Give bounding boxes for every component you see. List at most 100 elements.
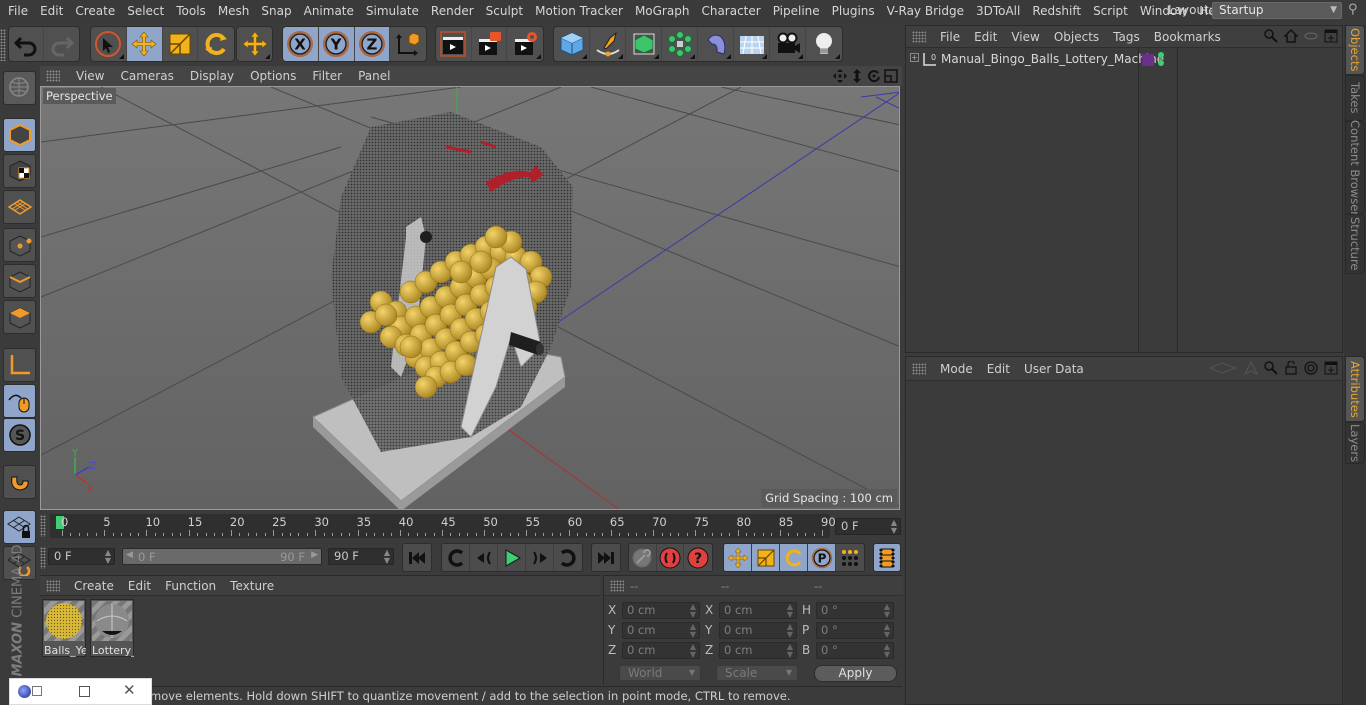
spinner-icon[interactable]: ▲ ▼	[884, 643, 890, 659]
menu-mograph[interactable]: MoGraph	[627, 4, 690, 18]
coordinate-space-select[interactable]: World ▼	[619, 665, 701, 681]
material-swatch[interactable]: Balls_Yel	[42, 599, 86, 657]
next-frame-button[interactable]	[526, 544, 554, 571]
object-menu-tags[interactable]: Tags	[1113, 30, 1140, 44]
zoom-view-icon[interactable]	[850, 69, 864, 83]
new-window-icon[interactable]	[1324, 29, 1338, 43]
add-scene-button[interactable]	[734, 27, 770, 61]
object-menu-file[interactable]: File	[940, 30, 960, 44]
object-menu-edit[interactable]: Edit	[974, 30, 997, 44]
coordinates-grip[interactable]	[610, 579, 624, 592]
menu-animate[interactable]: Animate	[296, 4, 354, 18]
redo-button[interactable]	[44, 27, 79, 61]
make-editable-button[interactable]	[3, 71, 36, 105]
autokeying-button[interactable]: ?	[684, 544, 712, 571]
menu-vray-bridge[interactable]: V-Ray Bridge	[879, 4, 964, 18]
add-cube-button[interactable]	[554, 27, 590, 61]
coordinate-field[interactable]: 0 cm ▲ ▼	[719, 602, 797, 619]
edges-mode-button[interactable]	[3, 264, 36, 298]
add-generator-button[interactable]	[626, 27, 662, 61]
render-view-button[interactable]	[436, 27, 472, 61]
menu-file[interactable]: File	[0, 4, 28, 18]
solo-button[interactable]: S	[3, 418, 36, 452]
go-to-start-button[interactable]	[403, 544, 431, 571]
maximize-icon[interactable]	[79, 686, 90, 697]
menu-edit[interactable]: Edit	[32, 4, 63, 18]
object-menu-view[interactable]: View	[1011, 30, 1039, 44]
enable-axis-button[interactable]	[3, 348, 36, 382]
end-frame-field[interactable]: 90 F ▲ ▼	[328, 548, 394, 565]
camera-label[interactable]: Perspective	[43, 88, 116, 104]
menu-redshift[interactable]: Redshift	[1024, 4, 1081, 18]
material-swatch[interactable]: Lottery_	[90, 599, 134, 657]
spinner-icon[interactable]: ▲ ▼	[690, 603, 696, 619]
menu-create[interactable]: Create	[67, 4, 115, 18]
recent-move-tool-button[interactable]	[237, 27, 272, 61]
move-view-icon[interactable]	[833, 69, 847, 83]
transform-mode-select[interactable]: Scale ▼	[716, 665, 798, 681]
coordinate-system-button[interactable]	[390, 27, 426, 61]
coordinate-field[interactable]: 0 ° ▲ ▼	[816, 622, 894, 639]
frame-range-slider[interactable]: ◀ 0 F 90 F ▶	[122, 548, 322, 565]
start-frame-field[interactable]: 0 F ▲ ▼	[48, 548, 115, 565]
attribute-menu-mode[interactable]: Mode	[940, 362, 973, 376]
menu-pipeline[interactable]: Pipeline	[765, 4, 820, 18]
tweak-mode-button[interactable]	[3, 384, 36, 418]
spinner-icon[interactable]: ▲ ▼	[891, 519, 897, 535]
spinner-icon[interactable]: ▲ ▼	[787, 603, 793, 619]
toolbar-grip[interactable]	[0, 29, 6, 61]
menu-plugins[interactable]: Plugins	[824, 4, 875, 18]
play-button[interactable]	[498, 544, 526, 571]
y-axis-toggle[interactable]: Y	[318, 27, 355, 61]
add-light-button[interactable]	[806, 27, 842, 61]
tab-takes[interactable]: Takes	[1345, 75, 1365, 121]
snap-button[interactable]	[3, 465, 36, 499]
z-axis-toggle[interactable]: Z	[354, 27, 391, 61]
x-axis-toggle[interactable]: X	[283, 27, 319, 61]
coordinate-field[interactable]: 0 cm ▲ ▼	[622, 602, 700, 619]
expand-icon[interactable]: +	[910, 53, 919, 62]
coordinate-field[interactable]: 0 ° ▲ ▼	[816, 602, 894, 619]
tab-layers[interactable]: Layers	[1345, 422, 1365, 464]
editor-visibility-dot[interactable]	[1158, 52, 1164, 58]
render-settings-button[interactable]	[507, 27, 543, 61]
scale-key-toggle[interactable]	[752, 544, 780, 571]
attribute-menu-edit[interactable]: Edit	[987, 362, 1010, 376]
close-icon[interactable]: ✕	[123, 681, 136, 699]
coordinate-field[interactable]: 0 ° ▲ ▼	[816, 642, 894, 659]
timeline-window-button[interactable]	[874, 544, 900, 571]
layout-select[interactable]: Startup ▼	[1212, 2, 1342, 19]
material-menu-function[interactable]: Function	[165, 579, 216, 593]
transport-grip[interactable]	[40, 547, 46, 569]
viewport-grip[interactable]	[46, 70, 60, 82]
menu-mesh[interactable]: Mesh	[210, 4, 250, 18]
current-frame-field[interactable]: 0 F ▲ ▼	[835, 518, 901, 535]
param-key-toggle[interactable]: P	[808, 544, 836, 571]
menu-snap[interactable]: Snap	[253, 4, 291, 18]
viewport-menu-panel[interactable]: Panel	[358, 69, 390, 83]
rotate-tool-button[interactable]	[198, 27, 234, 61]
attribute-manager-grip[interactable]	[912, 362, 926, 375]
workplane-lock-button[interactable]	[3, 510, 36, 544]
undo-button[interactable]	[9, 27, 45, 61]
add-spline-button[interactable]	[590, 27, 626, 61]
spinner-icon[interactable]: ▲ ▼	[884, 623, 890, 639]
coordinate-field[interactable]: 0 cm ▲ ▼	[622, 622, 700, 639]
motion-system-button[interactable]	[629, 544, 657, 571]
menu-3dtoall[interactable]: 3DToAll	[968, 4, 1020, 18]
apply-button[interactable]: Apply	[814, 665, 897, 682]
coordinate-field[interactable]: 0 cm ▲ ▼	[719, 642, 797, 659]
object-manager-grip[interactable]	[912, 30, 926, 43]
polygons-mode-button[interactable]	[3, 300, 36, 334]
menu-script[interactable]: Script	[1085, 4, 1128, 18]
lock-icon[interactable]	[1284, 361, 1298, 375]
spinner-icon[interactable]: ▲ ▼	[384, 549, 390, 565]
render-visibility-dot[interactable]	[1158, 60, 1164, 66]
object-row[interactable]: + 0 Manual_Bingo_Balls_Lottery_Machine	[906, 49, 1342, 71]
target-icon[interactable]	[1304, 361, 1318, 375]
next-key-button[interactable]	[554, 544, 582, 571]
points-mode-button[interactable]	[3, 228, 36, 262]
search-icon[interactable]	[1264, 29, 1278, 43]
up-icon[interactable]	[1244, 361, 1258, 375]
maximize-view-icon[interactable]	[884, 69, 898, 83]
